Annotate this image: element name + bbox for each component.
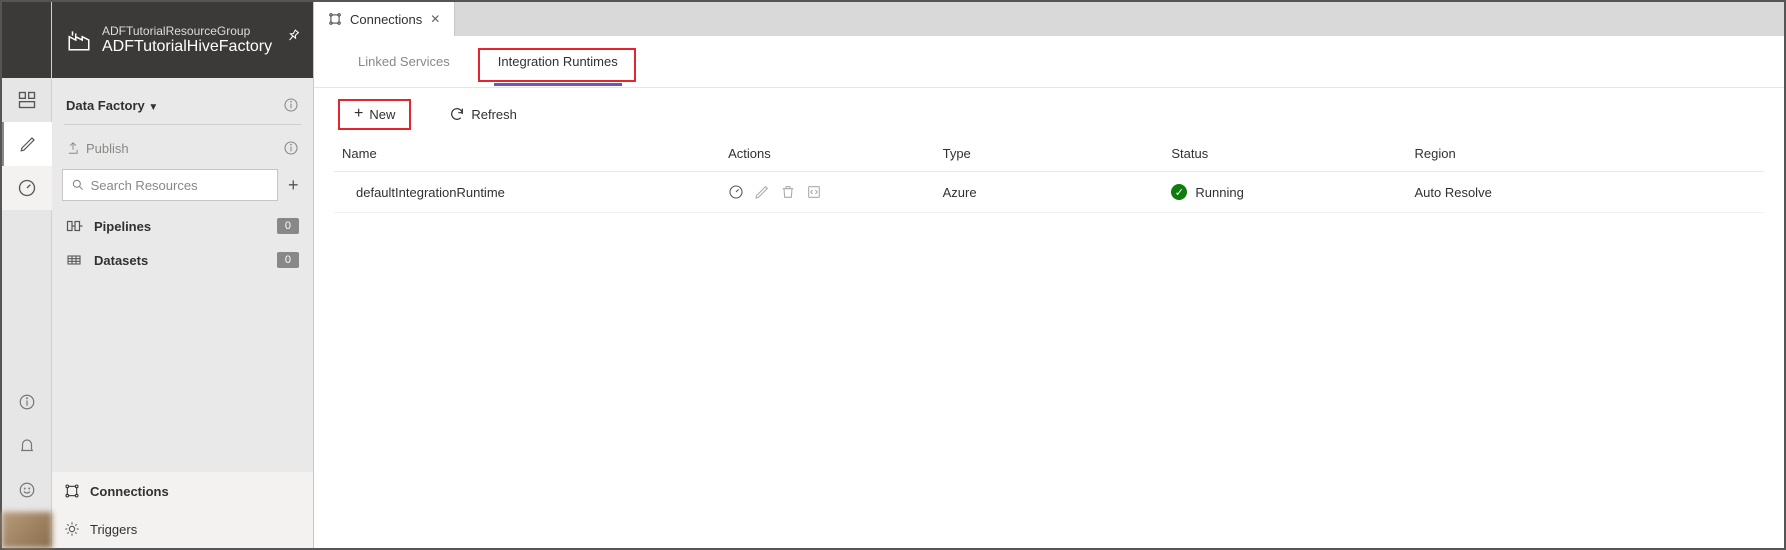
sidebar-footer: Connections Triggers xyxy=(52,472,313,548)
factory-icon xyxy=(66,27,92,53)
subtab-linked-services[interactable]: Linked Services xyxy=(354,54,454,83)
gauge-icon xyxy=(17,178,37,198)
subtab-integration-runtimes[interactable]: Integration Runtimes xyxy=(494,54,622,86)
footer-connections[interactable]: Connections xyxy=(52,472,313,510)
publish-label: Publish xyxy=(86,141,129,156)
bell-icon xyxy=(18,437,36,455)
section-info-icon[interactable] xyxy=(283,97,299,113)
pencil-icon xyxy=(19,135,37,153)
tree-pipelines[interactable]: Pipelines 0 xyxy=(60,209,305,243)
new-button[interactable]: + New xyxy=(340,103,409,126)
refresh-icon xyxy=(449,106,465,122)
col-type[interactable]: Type xyxy=(935,138,1164,172)
cell-name: defaultIntegrationRuntime xyxy=(334,172,720,213)
connections-icon xyxy=(64,483,80,499)
section-data-factory[interactable]: Data Factory ▼ xyxy=(60,88,305,122)
pin-button[interactable] xyxy=(282,25,305,48)
resource-group-label: ADFTutorialResourceGroup xyxy=(102,24,272,38)
gauge-icon xyxy=(728,184,744,200)
grid-icon xyxy=(17,90,37,110)
tab-connections-label: Connections xyxy=(350,12,422,27)
refresh-label: Refresh xyxy=(471,107,517,122)
nav-info[interactable] xyxy=(2,380,52,424)
linked-services-label: Linked Services xyxy=(358,54,450,69)
col-name[interactable]: Name xyxy=(334,138,720,172)
user-avatar[interactable] xyxy=(2,512,52,548)
search-input[interactable] xyxy=(89,177,269,194)
pipelines-count: 0 xyxy=(277,218,299,234)
add-resource-button[interactable]: + xyxy=(284,171,303,199)
divider xyxy=(64,124,301,125)
col-region[interactable]: Region xyxy=(1406,138,1764,172)
connections-footer-label: Connections xyxy=(90,484,169,499)
close-tab-button[interactable]: ✕ xyxy=(430,12,440,26)
runtimes-table: Name Actions Type Status Region defaultI… xyxy=(314,138,1784,213)
nav-feedback[interactable] xyxy=(2,468,52,512)
toolbar: + New Refresh xyxy=(314,88,1784,138)
triggers-footer-label: Triggers xyxy=(90,522,137,537)
datasets-icon xyxy=(66,253,84,267)
pipelines-icon xyxy=(66,219,84,233)
new-label: New xyxy=(369,107,395,122)
cell-region: Auto Resolve xyxy=(1406,172,1764,213)
plus-icon: + xyxy=(354,107,363,121)
cell-actions xyxy=(720,172,935,213)
upload-icon xyxy=(66,141,80,155)
search-icon xyxy=(71,178,85,192)
datasets-count: 0 xyxy=(277,252,299,268)
table-row[interactable]: defaultIntegrationRuntime Azure ✓ xyxy=(334,172,1764,213)
action-edit[interactable] xyxy=(754,184,770,200)
connections-icon xyxy=(328,12,342,26)
col-actions: Actions xyxy=(720,138,935,172)
publish-info-icon[interactable] xyxy=(283,140,299,156)
tree-datasets[interactable]: Datasets 0 xyxy=(60,243,305,277)
pipelines-label: Pipelines xyxy=(94,219,267,234)
pencil-icon xyxy=(754,184,770,200)
side-panel: ADFTutorialResourceGroup ADFTutorialHive… xyxy=(52,2,314,548)
integration-runtimes-label: Integration Runtimes xyxy=(498,54,618,69)
refresh-button[interactable]: Refresh xyxy=(435,102,531,126)
factory-name-label: ADFTutorialHiveFactory xyxy=(102,38,272,56)
factory-header: ADFTutorialResourceGroup ADFTutorialHive… xyxy=(52,2,313,78)
status-text: Running xyxy=(1195,185,1243,200)
status-ok-icon: ✓ xyxy=(1171,184,1187,200)
info-icon xyxy=(18,393,36,411)
publish-button[interactable]: Publish xyxy=(60,131,305,165)
col-status[interactable]: Status xyxy=(1163,138,1406,172)
icon-rail xyxy=(2,2,52,548)
tab-connections[interactable]: Connections ✕ xyxy=(314,2,455,36)
main-area: Connections ✕ Linked Services Integratio… xyxy=(314,2,1784,548)
footer-triggers[interactable]: Triggers xyxy=(52,510,313,548)
action-delete[interactable] xyxy=(780,184,796,200)
action-code[interactable] xyxy=(806,184,822,200)
editor-tabbar: Connections ✕ xyxy=(314,2,1784,36)
action-monitor[interactable] xyxy=(728,184,744,200)
cell-status: ✓ Running xyxy=(1163,172,1406,213)
triggers-icon xyxy=(64,521,80,537)
table-header-row: Name Actions Type Status Region xyxy=(334,138,1764,172)
rail-header-spacer xyxy=(2,2,51,78)
code-icon xyxy=(806,184,822,200)
datasets-label: Datasets xyxy=(94,253,267,268)
subtab-bar: Linked Services Integration Runtimes xyxy=(314,36,1784,88)
cell-type: Azure xyxy=(935,172,1164,213)
nav-author[interactable] xyxy=(2,122,52,166)
search-resources[interactable] xyxy=(62,169,278,201)
nav-notifications[interactable] xyxy=(2,424,52,468)
section-label: Data Factory xyxy=(66,98,145,113)
nav-overview[interactable] xyxy=(2,78,52,122)
trash-icon xyxy=(780,184,796,200)
nav-monitor[interactable] xyxy=(2,166,52,210)
smile-icon xyxy=(18,481,36,499)
